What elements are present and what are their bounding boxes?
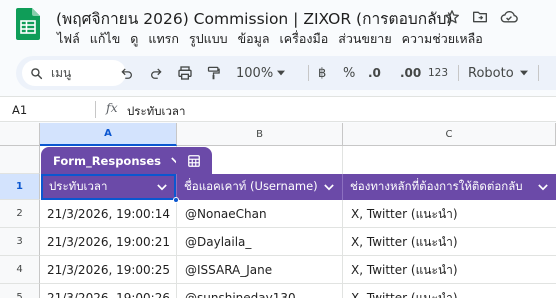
cell-username[interactable]: @ISSARA_Jane xyxy=(185,257,335,283)
toolbar-divider xyxy=(458,65,459,81)
cloud-saved-icon[interactable] xyxy=(500,9,518,25)
cell-username[interactable]: @Daylaila_ xyxy=(185,229,335,255)
column-header-b[interactable]: B xyxy=(177,123,343,146)
font-name: Roboto xyxy=(468,65,514,81)
cell-timestamp[interactable]: 21/3/2026, 19:00:26 xyxy=(41,285,170,298)
table-name: Form_Responses xyxy=(53,153,162,168)
zoom-select[interactable]: 100% xyxy=(236,56,286,90)
chevron-down-icon xyxy=(538,183,548,190)
more-formats-button[interactable]: 123 xyxy=(428,56,448,90)
formula-input[interactable]: ประทับเวลา xyxy=(127,103,185,121)
star-icon[interactable] xyxy=(444,9,460,25)
document-title[interactable]: (พฤศจิกายน 2026) Commission | ZIXOR (การ… xyxy=(56,6,453,31)
print-icon xyxy=(178,66,192,80)
menu-insert[interactable]: แทรก xyxy=(148,29,179,49)
grid-line xyxy=(40,255,556,256)
name-box[interactable]: A1 xyxy=(12,103,27,117)
row-header-5[interactable]: 5 xyxy=(0,284,40,298)
formula-bar: A1 fx ประทับเวลา xyxy=(0,96,556,122)
cell-timestamp[interactable]: 21/3/2026, 19:00:14 xyxy=(41,201,170,227)
cell-username[interactable]: @NonaeChan xyxy=(185,201,335,227)
redo-button[interactable] xyxy=(149,56,163,90)
font-select[interactable]: Roboto xyxy=(468,56,514,90)
cell-channel[interactable]: X, Twitter (แนะนำ) xyxy=(351,285,551,298)
undo-icon xyxy=(121,68,132,79)
font-select-dropdown[interactable] xyxy=(520,56,528,90)
header-label: ช่องทางหลักที่ต้องการให้ติดต่อกลับ xyxy=(350,179,523,193)
row-header-4[interactable]: 4 xyxy=(0,256,40,284)
cell-channel[interactable]: X, Twitter (แนะนำ) xyxy=(351,201,551,227)
cell-username[interactable]: @sunshineday130 xyxy=(185,285,335,298)
header-label: ชื่อแอคเคาท์ (Username) xyxy=(184,179,318,193)
title-bar: (พฤศจิกายน 2026) Commission | ZIXOR (การ… xyxy=(0,0,556,52)
move-to-folder-icon[interactable] xyxy=(472,9,488,25)
row-header-2[interactable]: 2 xyxy=(0,200,40,228)
table-header-username[interactable]: ชื่อแอคเคาท์ (Username) xyxy=(184,174,340,200)
decrease-decimal-button[interactable]: .0 xyxy=(368,56,381,90)
redo-icon xyxy=(151,68,162,79)
fill-handle[interactable] xyxy=(173,197,179,203)
row-header-3[interactable]: 3 xyxy=(0,228,40,256)
more-formats-label: 123 xyxy=(428,67,449,79)
chevron-down-icon xyxy=(277,70,286,76)
column-header-a[interactable]: A xyxy=(40,123,177,146)
menu-view[interactable]: ดู xyxy=(130,29,138,49)
row-header-table-chip xyxy=(0,146,40,174)
format-percent-button[interactable]: % xyxy=(343,56,355,90)
row-header-1[interactable]: 1 xyxy=(0,174,40,200)
toolbar: เมนู 100% ฿ % .0 .00 123 Roboto xyxy=(16,56,556,90)
menu-edit[interactable]: แก้ไข xyxy=(90,29,120,49)
fx-icon: fx xyxy=(106,100,118,115)
grid-line xyxy=(40,227,556,228)
undo-button[interactable] xyxy=(120,56,134,90)
search-menus-input[interactable]: เมนู xyxy=(22,60,126,86)
cell-channel[interactable]: X, Twitter (แนะนำ) xyxy=(351,229,551,255)
cell-channel[interactable]: X, Twitter (แนะนำ) xyxy=(351,257,551,283)
search-placeholder: เมนู xyxy=(51,65,72,80)
zoom-value: 100% xyxy=(236,65,274,81)
select-all-corner[interactable] xyxy=(0,123,40,146)
formula-divider xyxy=(95,101,96,118)
google-sheets-logo-icon[interactable] xyxy=(16,8,40,40)
toolbar-divider xyxy=(538,65,539,81)
paint-format-button[interactable] xyxy=(206,56,221,90)
menu-file[interactable]: ไฟล์ xyxy=(57,29,80,49)
cell-timestamp[interactable]: 21/3/2026, 19:00:21 xyxy=(41,229,170,255)
column-header-c[interactable]: C xyxy=(343,123,556,146)
table-view-button[interactable] xyxy=(176,147,212,174)
chevron-down-icon xyxy=(520,70,528,76)
search-icon xyxy=(31,67,43,79)
menu-tools[interactable]: เครื่องมือ xyxy=(280,29,329,49)
increase-decimal-label: .00 xyxy=(400,66,422,80)
spreadsheet-grid: A B C 1 2 3 4 5 Form_Responses ประทับเวล… xyxy=(0,123,556,298)
grid-line xyxy=(342,146,343,298)
menu-bar: ไฟล์ แก้ไข ดู แทรก รูปแบบ ข้อมูล เครื่อง… xyxy=(57,29,483,49)
percent-label: % xyxy=(343,65,356,81)
table-name-chip[interactable]: Form_Responses xyxy=(41,147,191,174)
table-grid-icon xyxy=(188,154,200,167)
decrease-decimal-label: .0 xyxy=(368,66,381,80)
menu-data[interactable]: ข้อมูล xyxy=(238,29,270,49)
cell-timestamp[interactable]: 21/3/2026, 19:00:25 xyxy=(41,257,170,283)
print-button[interactable] xyxy=(177,56,193,90)
menu-format[interactable]: รูปแบบ xyxy=(189,29,228,49)
chevron-down-icon xyxy=(324,183,334,190)
menu-extensions[interactable]: ส่วนขยาย xyxy=(338,29,391,49)
menu-help[interactable]: ความช่วยเหลือ xyxy=(402,29,483,49)
increase-decimal-button[interactable]: .00 xyxy=(400,56,421,90)
paint-format-icon xyxy=(207,66,220,80)
currency-label: ฿ xyxy=(318,65,327,81)
table-header-contact-channel[interactable]: ช่องทางหลักที่ต้องการให้ติดต่อกลับ xyxy=(350,174,556,200)
selected-cell-outline xyxy=(41,174,176,200)
format-currency-button[interactable]: ฿ xyxy=(318,56,326,90)
header-divider xyxy=(342,174,343,200)
toolbar-divider xyxy=(308,65,309,81)
grid-line xyxy=(40,283,556,284)
